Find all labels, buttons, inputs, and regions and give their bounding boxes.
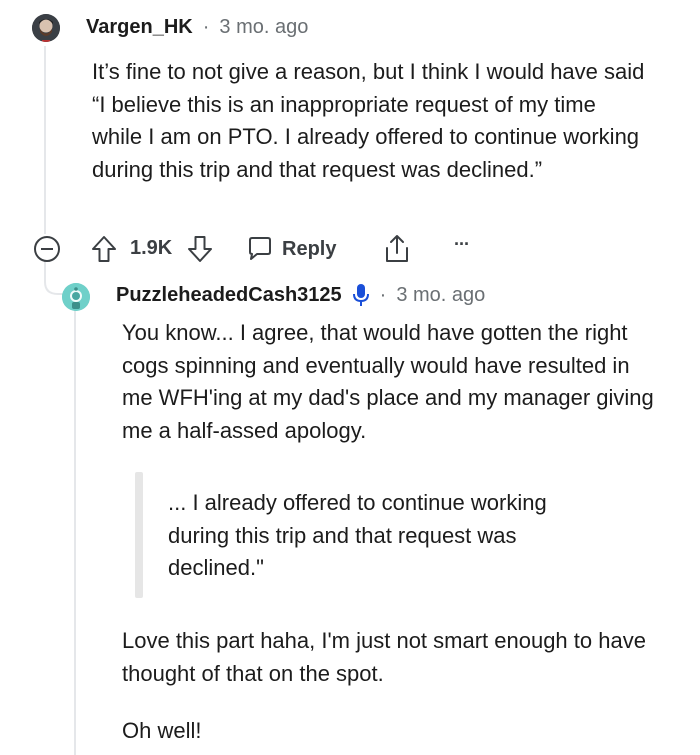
blockquote-bar <box>135 472 143 598</box>
reply-bubble-icon <box>249 237 271 260</box>
user-avatar-icon <box>32 14 60 42</box>
avatar[interactable] <box>62 283 90 311</box>
more-options-button[interactable]: ··· <box>454 234 470 255</box>
reply-label: Reply <box>282 237 337 260</box>
separator-dot: · <box>379 283 387 306</box>
vote-score: 1.9K <box>130 237 173 259</box>
timestamp[interactable]: 3 mo. ago <box>219 16 308 39</box>
snoo-avatar-icon <box>62 283 90 311</box>
separator-dot: · <box>202 16 210 38</box>
collapse-icon[interactable] <box>32 234 62 264</box>
microphone-icon <box>352 284 369 306</box>
comment-header: Vargen_HK · 3 mo. ago <box>86 16 308 39</box>
comment-header: PuzzleheadedCash3125 · 3 mo. ago <box>116 283 485 307</box>
reply-thread-line <box>74 310 76 755</box>
comment-body: It’s fine to not give a reason, but I th… <box>92 59 645 182</box>
comment-paragraph: Oh well! <box>122 718 202 743</box>
avatar[interactable] <box>32 14 60 42</box>
timestamp[interactable]: 3 mo. ago <box>396 284 485 307</box>
username[interactable]: PuzzleheadedCash3125 <box>116 284 342 307</box>
downvote-icon[interactable] <box>186 234 214 264</box>
blockquote: ... I already offered to continue workin… <box>168 490 547 580</box>
comment-action-bar: 1.9K Reply ··· <box>32 230 502 268</box>
username[interactable]: Vargen_HK <box>86 16 193 39</box>
comment-paragraph: You know... I agree, that would have got… <box>122 320 654 443</box>
reply-button[interactable]: Reply <box>246 235 336 263</box>
comment-paragraph: Love this part haha, I'm just not smart … <box>122 628 646 686</box>
parent-thread-line <box>44 46 46 234</box>
upvote-icon[interactable] <box>90 234 118 264</box>
share-icon[interactable] <box>382 233 412 265</box>
